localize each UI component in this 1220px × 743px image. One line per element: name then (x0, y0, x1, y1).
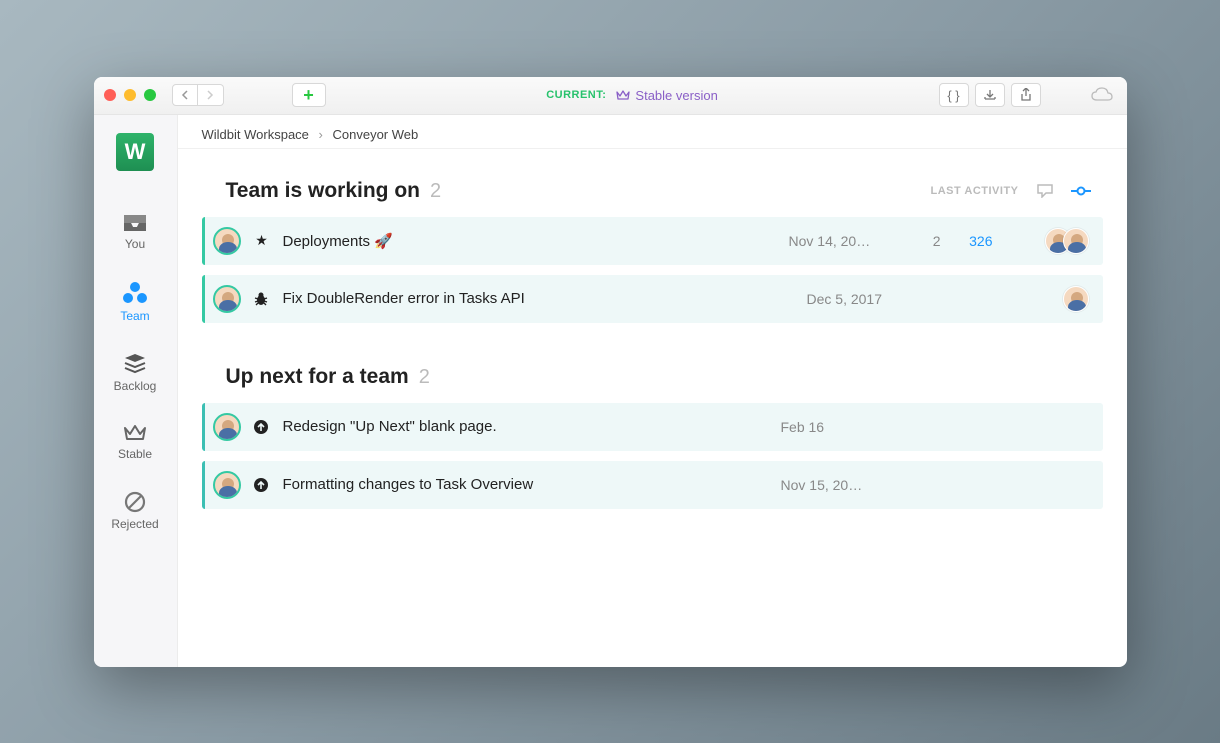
content: Team is working on 2 LAST ACTIVITY (178, 149, 1127, 571)
version-label-text: Stable version (635, 88, 717, 103)
cloud-icon (1091, 87, 1113, 103)
nav-forward-button[interactable] (198, 84, 224, 106)
section-title-upnext: Up next for a team (226, 365, 409, 389)
breadcrumb-project[interactable]: Conveyor Web (333, 127, 419, 142)
window-maximize-button[interactable] (144, 89, 156, 101)
version-selector[interactable]: Stable version (616, 88, 717, 103)
plus-icon: + (303, 85, 314, 106)
inbox-icon (122, 213, 148, 233)
comment-icon (1037, 184, 1053, 198)
bug-icon (253, 291, 271, 307)
task-list-working: ★ Deployments 🚀 Nov 14, 20… 2 326 (202, 217, 1103, 323)
crown-outline-icon (123, 423, 147, 443)
main-panel: Wildbit Workspace › Conveyor Web Team is… (178, 115, 1127, 667)
add-button[interactable]: + (292, 83, 326, 107)
titlebar-center: CURRENT: Stable version (334, 88, 931, 103)
task-title: Fix DoubleRender error in Tasks API (283, 290, 795, 307)
assignee-avatar (1063, 228, 1089, 254)
traffic-lights (104, 89, 156, 101)
arrow-up-circle-icon (253, 419, 271, 435)
window-minimize-button[interactable] (124, 89, 136, 101)
section-title-working: Team is working on (226, 179, 420, 203)
sidebar-label-you: You (125, 237, 145, 251)
author-avatar (213, 227, 241, 255)
task-row[interactable]: Formatting changes to Task Overview Nov … (202, 461, 1103, 509)
cloud-sync-button[interactable] (1087, 83, 1117, 107)
author-avatar (213, 471, 241, 499)
task-title: Deployments 🚀 (283, 232, 777, 250)
team-icon (121, 281, 149, 305)
sidebar-label-stable: Stable (118, 447, 152, 461)
titlebar: + CURRENT: Stable version { } (94, 77, 1127, 115)
task-title: Formatting changes to Task Overview (283, 476, 769, 493)
sidebar-item-rejected[interactable]: Rejected (94, 481, 177, 541)
task-date: Nov 14, 20… (789, 233, 899, 249)
sidebar-label-team: Team (120, 309, 149, 323)
arrow-up-circle-icon (253, 477, 271, 493)
task-date: Dec 5, 2017 (807, 291, 917, 307)
sidebar: W You Team Backlog (94, 115, 178, 667)
assignee-avatar (1063, 286, 1089, 312)
author-avatar (213, 285, 241, 313)
section-count-working: 2 (430, 180, 441, 203)
sidebar-item-stable[interactable]: Stable (94, 413, 177, 471)
assignee-avatars (1045, 228, 1089, 254)
crown-icon (616, 89, 630, 101)
workspace-logo[interactable]: W (116, 133, 154, 171)
task-row[interactable]: Fix DoubleRender error in Tasks API Dec … (202, 275, 1103, 323)
chevron-right-icon (206, 90, 214, 100)
section-header-working: Team is working on 2 LAST ACTIVITY (226, 179, 1103, 203)
window-body: W You Team Backlog (94, 115, 1127, 667)
sidebar-item-you[interactable]: You (94, 203, 177, 261)
nav-back-button[interactable] (172, 84, 198, 106)
section-count-upnext: 2 (419, 366, 430, 389)
sidebar-item-backlog[interactable]: Backlog (94, 343, 177, 403)
download-button[interactable] (975, 83, 1005, 107)
task-title: Redesign "Up Next" blank page. (283, 418, 769, 435)
current-label: CURRENT: (546, 89, 606, 101)
task-list-upnext: Redesign "Up Next" blank page. Feb 16 Fo… (202, 403, 1103, 509)
share-icon (1019, 88, 1033, 102)
commit-node-icon (1071, 186, 1091, 196)
comments-view-toggle[interactable] (1037, 184, 1053, 198)
sort-last-activity[interactable]: LAST ACTIVITY (931, 185, 1019, 197)
stack-icon (123, 353, 147, 375)
task-date: Feb 16 (781, 419, 891, 435)
toolbar-right: { } (939, 83, 1117, 107)
breadcrumb: Wildbit Workspace › Conveyor Web (178, 115, 1127, 149)
assignee-avatars (1063, 286, 1089, 312)
app-window: + CURRENT: Stable version { } (94, 77, 1127, 667)
author-avatar (213, 413, 241, 441)
task-row[interactable]: ★ Deployments 🚀 Nov 14, 20… 2 326 (202, 217, 1103, 265)
chevron-left-icon (181, 90, 189, 100)
sidebar-label-backlog: Backlog (114, 379, 157, 393)
sidebar-label-rejected: Rejected (111, 517, 158, 531)
task-row[interactable]: Redesign "Up Next" blank page. Feb 16 (202, 403, 1103, 451)
code-view-button[interactable]: { } (939, 83, 969, 107)
download-tray-icon (983, 88, 997, 102)
task-date: Nov 15, 20… (781, 477, 891, 493)
breadcrumb-separator: › (319, 127, 323, 142)
window-close-button[interactable] (104, 89, 116, 101)
star-icon: ★ (253, 232, 271, 249)
task-commits-count: 326 (953, 233, 993, 249)
sidebar-item-team[interactable]: Team (94, 271, 177, 333)
section-header-upnext: Up next for a team 2 (226, 365, 1103, 389)
braces-icon: { } (947, 88, 959, 103)
ban-icon (124, 491, 146, 513)
share-button[interactable] (1011, 83, 1041, 107)
breadcrumb-workspace[interactable]: Wildbit Workspace (202, 127, 309, 142)
nav-arrows (172, 84, 224, 106)
commits-view-toggle[interactable] (1071, 186, 1091, 196)
task-comments-count: 2 (911, 233, 941, 249)
